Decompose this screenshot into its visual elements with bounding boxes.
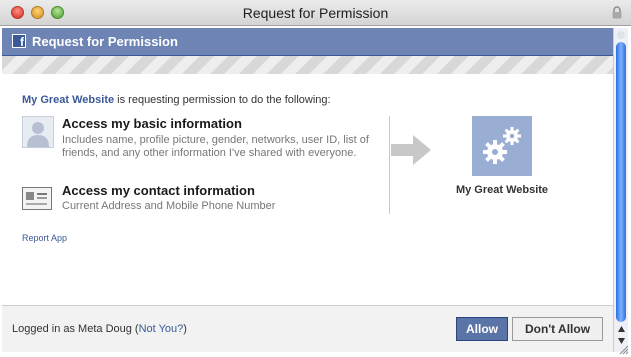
dialog-footer: Logged in as Meta Doug (Not You?) Allow … <box>2 305 613 352</box>
scroll-up-icon[interactable] <box>617 325 626 333</box>
intro-message: is requesting permission to do the follo… <box>114 94 331 106</box>
arrow-right-icon <box>391 135 431 165</box>
allow-button[interactable]: Allow <box>456 317 508 341</box>
vertical-scrollbar[interactable] <box>613 28 628 352</box>
lock-icon <box>612 6 622 19</box>
window-titlebar: Request for Permission <box>0 0 631 26</box>
logged-in-prefix: Logged in as Meta Doug ( <box>12 323 139 335</box>
dont-allow-button[interactable]: Don't Allow <box>512 317 603 341</box>
logged-in-text: Logged in as Meta Doug (Not You?) <box>12 323 187 335</box>
dialog-header: f Request for Permission <box>2 28 613 56</box>
facebook-logo-icon: f <box>12 34 26 49</box>
intro-site-name[interactable]: My Great Website <box>22 94 114 106</box>
intro-text: My Great Website is requesting permissio… <box>22 94 331 106</box>
permission-contact-title: Access my contact information <box>62 183 255 198</box>
gears-icon <box>472 116 532 176</box>
scrollbar-thumb[interactable] <box>616 42 626 322</box>
header-stripes <box>2 56 613 74</box>
dialog-title: Request for Permission <box>32 34 178 49</box>
scroll-top-cap-icon <box>617 31 625 39</box>
app-name: My Great Website <box>455 184 549 196</box>
permission-content: My Great Website is requesting permissio… <box>2 74 613 304</box>
report-app-link[interactable]: Report App <box>22 233 67 243</box>
permission-basic-description: Includes name, profile picture, gender, … <box>62 134 369 159</box>
permission-basic-title: Access my basic information <box>62 116 242 131</box>
not-you-link[interactable]: Not You? <box>139 323 184 335</box>
window-title: Request for Permission <box>242 5 389 21</box>
permission-contact-description: Current Address and Mobile Phone Number <box>62 200 276 212</box>
contact-card-icon <box>22 187 52 210</box>
vertical-divider <box>389 116 390 214</box>
user-silhouette-icon <box>22 116 54 148</box>
logged-in-suffix: ) <box>183 323 187 335</box>
resize-grip-icon[interactable] <box>617 343 629 355</box>
